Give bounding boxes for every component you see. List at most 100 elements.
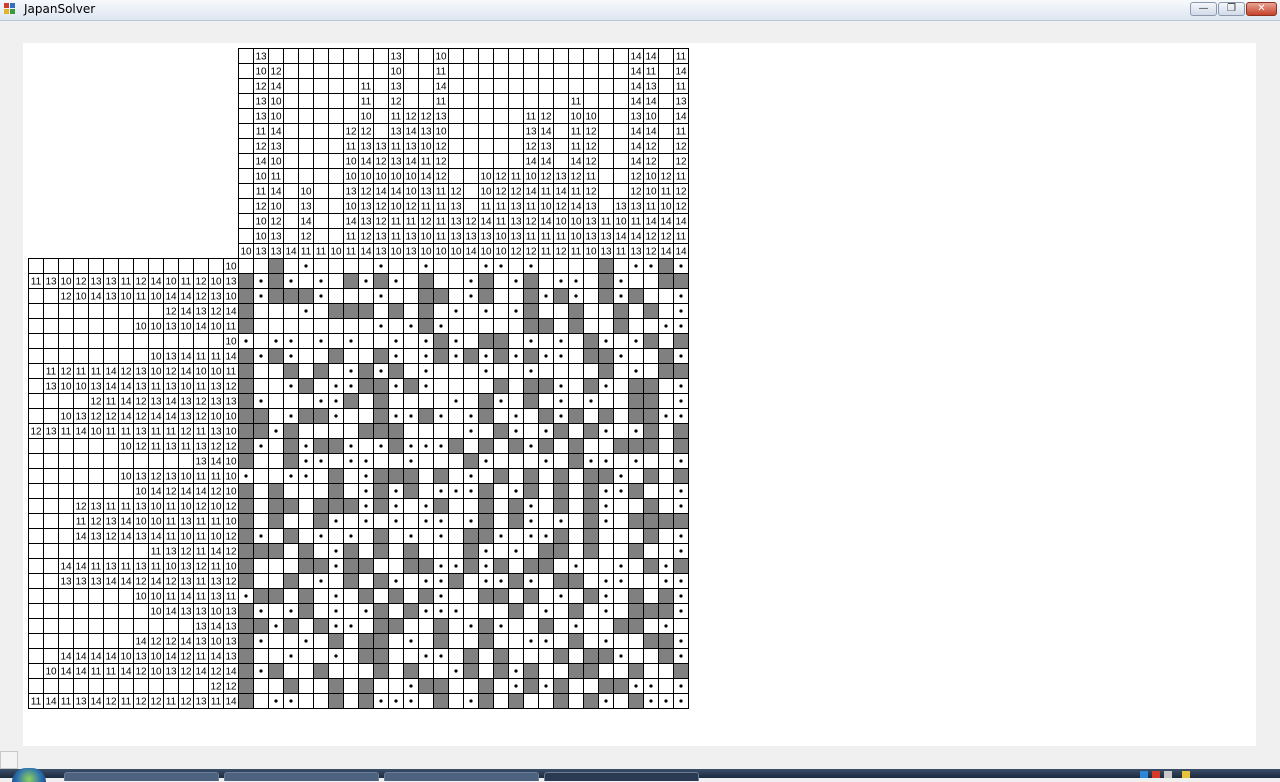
grid-cell[interactable] xyxy=(418,468,434,484)
filled-cell[interactable] xyxy=(373,483,389,499)
notification-tray-icon[interactable] xyxy=(1182,771,1190,778)
filled-cell[interactable] xyxy=(463,663,479,679)
filled-cell[interactable] xyxy=(583,333,599,349)
grid-cell[interactable] xyxy=(568,393,584,409)
filled-cell[interactable] xyxy=(268,513,284,529)
grid-cell[interactable] xyxy=(568,363,584,379)
filled-cell[interactable] xyxy=(463,543,479,559)
filled-cell[interactable] xyxy=(583,528,599,544)
filled-cell[interactable] xyxy=(433,633,449,649)
filled-cell[interactable] xyxy=(673,333,689,349)
grid-cell[interactable] xyxy=(583,273,599,289)
grid-cell[interactable] xyxy=(283,633,299,649)
grid-cell[interactable] xyxy=(388,633,404,649)
filled-cell[interactable] xyxy=(673,558,689,574)
filled-cell[interactable] xyxy=(568,573,584,589)
grid-cell[interactable] xyxy=(433,273,449,289)
grid-cell[interactable] xyxy=(538,303,554,319)
grid-cell[interactable] xyxy=(343,603,359,619)
filled-cell[interactable] xyxy=(253,588,269,604)
filled-cell[interactable] xyxy=(373,408,389,424)
filled-cell[interactable] xyxy=(478,333,494,349)
filled-cell[interactable] xyxy=(433,468,449,484)
grid-cell[interactable] xyxy=(673,618,689,634)
filled-cell[interactable] xyxy=(328,678,344,694)
grid-cell[interactable] xyxy=(508,393,524,409)
filled-cell[interactable] xyxy=(568,438,584,454)
filled-cell[interactable] xyxy=(238,573,254,589)
filled-cell[interactable] xyxy=(523,483,539,499)
filled-cell[interactable] xyxy=(583,483,599,499)
filled-cell[interactable] xyxy=(433,678,449,694)
grid-cell[interactable] xyxy=(658,468,674,484)
filled-cell[interactable] xyxy=(373,348,389,364)
grid-cell[interactable] xyxy=(388,648,404,664)
grid-cell[interactable] xyxy=(493,633,509,649)
grid-cell[interactable] xyxy=(463,498,479,514)
filled-cell[interactable] xyxy=(553,288,569,304)
filled-cell[interactable] xyxy=(238,288,254,304)
grid-cell[interactable] xyxy=(403,258,419,274)
grid-cell[interactable] xyxy=(613,498,629,514)
filled-cell[interactable] xyxy=(583,648,599,664)
filled-cell[interactable] xyxy=(538,543,554,559)
filled-cell[interactable] xyxy=(628,693,644,709)
grid-cell[interactable] xyxy=(403,648,419,664)
grid-cell[interactable] xyxy=(313,633,329,649)
grid-cell[interactable] xyxy=(343,513,359,529)
grid-cell[interactable] xyxy=(418,423,434,439)
grid-cell[interactable] xyxy=(598,318,614,334)
grid-cell[interactable] xyxy=(253,303,269,319)
filled-cell[interactable] xyxy=(433,333,449,349)
filled-cell[interactable] xyxy=(478,513,494,529)
filled-cell[interactable] xyxy=(328,498,344,514)
filled-cell[interactable] xyxy=(463,348,479,364)
filled-cell[interactable] xyxy=(238,663,254,679)
grid-cell[interactable] xyxy=(253,468,269,484)
grid-cell[interactable] xyxy=(658,438,674,454)
taskbar-item[interactable] xyxy=(384,772,539,781)
grid-cell[interactable] xyxy=(658,663,674,679)
filled-cell[interactable] xyxy=(478,498,494,514)
filled-cell[interactable] xyxy=(358,558,374,574)
filled-cell[interactable] xyxy=(553,693,569,709)
filled-cell[interactable] xyxy=(658,633,674,649)
filled-cell[interactable] xyxy=(238,453,254,469)
grid-cell[interactable] xyxy=(403,588,419,604)
grid-cell[interactable] xyxy=(658,543,674,559)
filled-cell[interactable] xyxy=(298,543,314,559)
grid-cell[interactable] xyxy=(598,663,614,679)
grid-cell[interactable] xyxy=(493,513,509,529)
grid-cell[interactable] xyxy=(358,348,374,364)
grid-cell[interactable] xyxy=(358,288,374,304)
grid-cell[interactable] xyxy=(508,378,524,394)
grid-cell[interactable] xyxy=(418,543,434,559)
grid-cell[interactable] xyxy=(508,618,524,634)
grid-cell[interactable] xyxy=(643,543,659,559)
filled-cell[interactable] xyxy=(238,378,254,394)
grid-cell[interactable] xyxy=(328,663,344,679)
grid-cell[interactable] xyxy=(568,333,584,349)
filled-cell[interactable] xyxy=(433,693,449,709)
grid-cell[interactable] xyxy=(433,663,449,679)
filled-cell[interactable] xyxy=(328,633,344,649)
filled-cell[interactable] xyxy=(283,618,299,634)
grid-cell[interactable] xyxy=(388,288,404,304)
filled-cell[interactable] xyxy=(373,378,389,394)
filled-cell[interactable] xyxy=(508,693,524,709)
grid-cell[interactable] xyxy=(298,363,314,379)
filled-cell[interactable] xyxy=(478,393,494,409)
grid-cell[interactable] xyxy=(388,558,404,574)
filled-cell[interactable] xyxy=(373,423,389,439)
grid-cell[interactable] xyxy=(328,318,344,334)
grid-cell[interactable] xyxy=(373,678,389,694)
grid-cell[interactable] xyxy=(403,333,419,349)
grid-cell[interactable] xyxy=(523,693,539,709)
grid-cell[interactable] xyxy=(613,528,629,544)
filled-cell[interactable] xyxy=(403,483,419,499)
filled-cell[interactable] xyxy=(388,588,404,604)
grid-cell[interactable] xyxy=(553,663,569,679)
filled-cell[interactable] xyxy=(523,393,539,409)
grid-cell[interactable] xyxy=(328,573,344,589)
grid-cell[interactable] xyxy=(538,393,554,409)
